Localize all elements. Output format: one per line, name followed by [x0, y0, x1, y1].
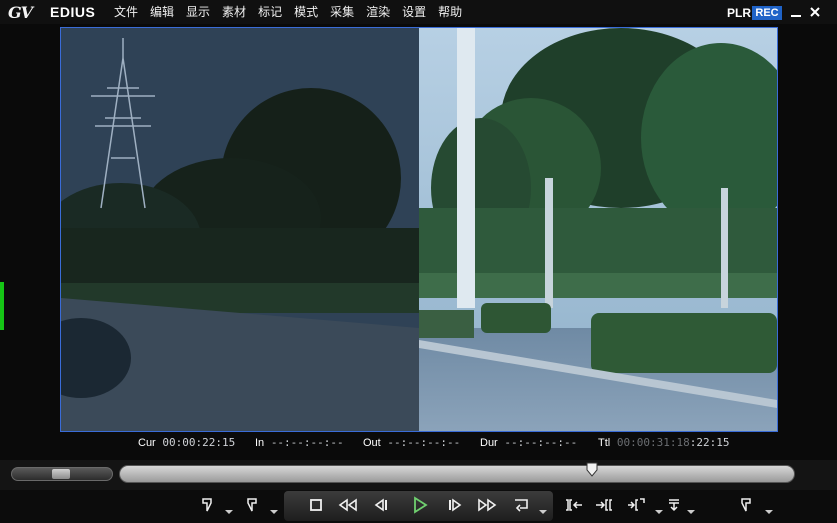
menu-render[interactable]: 渲染	[366, 5, 390, 19]
set-in-dropdown-icon[interactable]	[224, 508, 234, 516]
menu-edit[interactable]: 编辑	[150, 5, 174, 19]
menu-view[interactable]: 显示	[186, 5, 210, 19]
menu-clip[interactable]: 素材	[222, 5, 246, 19]
dur-timecode: Dur --:--:--:--	[480, 436, 578, 449]
ttl-timecode: Ttl 00:00:31:18:22:15	[598, 436, 730, 449]
insert-dropdown-icon[interactable]	[654, 508, 664, 516]
rewind-icon[interactable]	[336, 494, 360, 516]
step-back-icon[interactable]	[369, 494, 393, 516]
gv-logo: GV	[8, 3, 33, 22]
timecode-bar: Cur 00:00:22:15 In --:--:--:-- Out --:--…	[0, 436, 837, 452]
menu-help[interactable]: 帮助	[438, 5, 462, 19]
out-timecode: Out --:--:--:--	[363, 436, 461, 449]
plr-mode-button[interactable]: PLR	[727, 6, 751, 20]
menu-capture[interactable]: 采集	[330, 5, 354, 19]
left-edge-indicator	[0, 282, 4, 330]
step-forward-icon[interactable]	[443, 494, 467, 516]
shuttle-knob[interactable]	[52, 469, 70, 479]
menu-file[interactable]: 文件	[114, 5, 138, 19]
menu-bar: 文件 编辑 显示 素材 标记 模式 采集 渲染 设置 帮助	[114, 5, 474, 19]
minimize-icon[interactable]	[788, 4, 804, 20]
preview-viewer[interactable]	[60, 27, 778, 432]
set-out-dropdown-icon[interactable]	[269, 508, 279, 516]
play-icon[interactable]	[408, 494, 432, 516]
app-title: EDIUS	[50, 4, 96, 20]
insert-icon[interactable]	[624, 494, 648, 516]
rec-mode-button[interactable]: REC	[752, 6, 782, 20]
menu-mode[interactable]: 模式	[294, 5, 318, 19]
in-timecode: In --:--:--:--	[255, 436, 344, 449]
position-slider[interactable]	[119, 465, 795, 483]
prev-edit-icon[interactable]	[562, 494, 586, 516]
stop-icon[interactable]	[304, 494, 328, 516]
video-frame	[61, 28, 777, 431]
marker-icon[interactable]	[734, 494, 758, 516]
loop-dropdown-icon[interactable]	[538, 508, 548, 516]
playhead-icon[interactable]	[586, 462, 598, 478]
marker-dropdown-icon[interactable]	[764, 508, 774, 516]
menu-settings[interactable]: 设置	[402, 5, 426, 19]
loop-icon[interactable]	[509, 494, 533, 516]
overwrite-dropdown-icon[interactable]	[686, 508, 696, 516]
close-icon[interactable]	[807, 4, 823, 20]
title-bar: GV EDIUS 文件 编辑 显示 素材 标记 模式 采集 渲染 设置 帮助 P…	[0, 0, 837, 24]
set-in-icon[interactable]	[195, 494, 219, 516]
next-edit-icon[interactable]	[592, 494, 616, 516]
overwrite-icon[interactable]	[664, 494, 688, 516]
fast-forward-icon[interactable]	[475, 494, 499, 516]
cur-timecode: Cur 00:00:22:15	[138, 436, 236, 449]
menu-marker[interactable]: 标记	[258, 5, 282, 19]
set-out-icon[interactable]	[240, 494, 264, 516]
